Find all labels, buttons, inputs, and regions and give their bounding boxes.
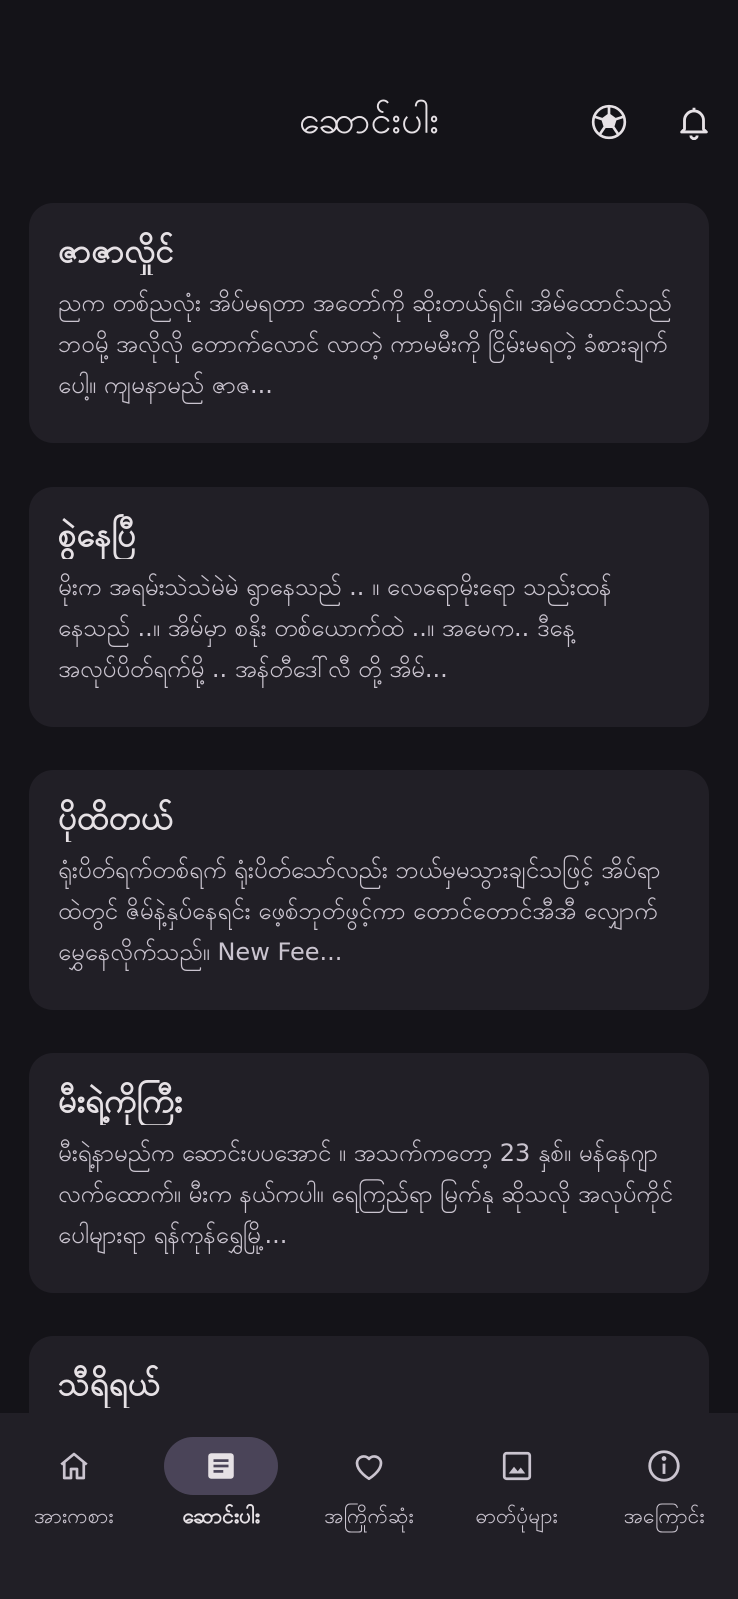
article-excerpt: ညက တစ်ညလုံး အိပ်မရတာ အတော်ကို ဆိုးတယ်ရှင… — [58, 289, 672, 399]
article-excerpt: မီးရဲ့နာမည်က ဆောင်းပပအောင် ။ အသက်ကတော့ 2… — [58, 1139, 673, 1249]
article-card[interactable]: စွဲနေပြီ မိုးက အရမ်းသဲသဲမဲမဲ ရွာနေသည် ..… — [29, 487, 709, 727]
article-title: သီရိရယ် — [58, 1364, 160, 1403]
article-title: ပိုထိတယ် — [58, 798, 173, 837]
nav-item-photos[interactable]: ဓာတ်ပုံများ — [443, 1413, 591, 1599]
nav-item-favorites[interactable]: အကြိုက်ဆုံး — [295, 1413, 443, 1599]
nav-label: ဓာတ်ပုံများ — [475, 1504, 558, 1528]
info-icon — [645, 1447, 683, 1485]
heart-icon — [351, 1448, 387, 1484]
nav-item-about[interactable]: အကြောင်း — [590, 1413, 738, 1599]
article-icon — [203, 1448, 239, 1484]
article-title: ဇာဇာလှိုင် — [58, 231, 174, 270]
nav-label: အားကစား — [34, 1504, 114, 1528]
article-title: မီးရဲ့ကိုကြီး — [58, 1081, 183, 1120]
bell-icon[interactable] — [672, 100, 716, 144]
article-card[interactable]: မီးရဲ့ကိုကြီး မီးရဲ့နာမည်က ဆောင်းပပအောင်… — [29, 1053, 709, 1293]
article-title: စွဲနေပြီ — [58, 515, 136, 554]
bottom-navigation: အားကစား ဆောင်းပါး အကြိုက်ဆုံး ဓာတ်ပုံမျာ… — [0, 1413, 738, 1599]
article-card[interactable]: ပိုထိတယ် ရုံးပိတ်ရက်တစ်ရက် ရုံးပိတ်သော်လ… — [29, 770, 709, 1010]
nav-label: ဆောင်းပါး — [182, 1504, 261, 1528]
nav-label: အကြောင်း — [623, 1504, 705, 1528]
soccer-ball-icon[interactable] — [587, 100, 631, 144]
home-icon — [56, 1448, 92, 1484]
article-card[interactable]: ဇာဇာလှိုင် ညက တစ်ညလုံး အိပ်မရတာ အတော်ကို… — [29, 203, 709, 443]
article-excerpt: ရုံးပိတ်ရက်တစ်ရက် ရုံးပိတ်သော်လည်း ဘယ်မှ… — [58, 856, 661, 966]
nav-active-indicator — [164, 1437, 279, 1495]
nav-item-sports[interactable]: အားကစား — [0, 1413, 148, 1599]
top-app-bar: ဆောင်းပါး — [0, 0, 738, 200]
image-icon — [499, 1448, 535, 1484]
nav-item-articles[interactable]: ဆောင်းပါး — [148, 1413, 296, 1599]
article-excerpt: မိုးက အရမ်းသဲသဲမဲမဲ ရွာနေသည် .. ။ လေရောမ… — [58, 573, 612, 683]
nav-label: အကြိုက်ဆုံး — [324, 1504, 414, 1528]
